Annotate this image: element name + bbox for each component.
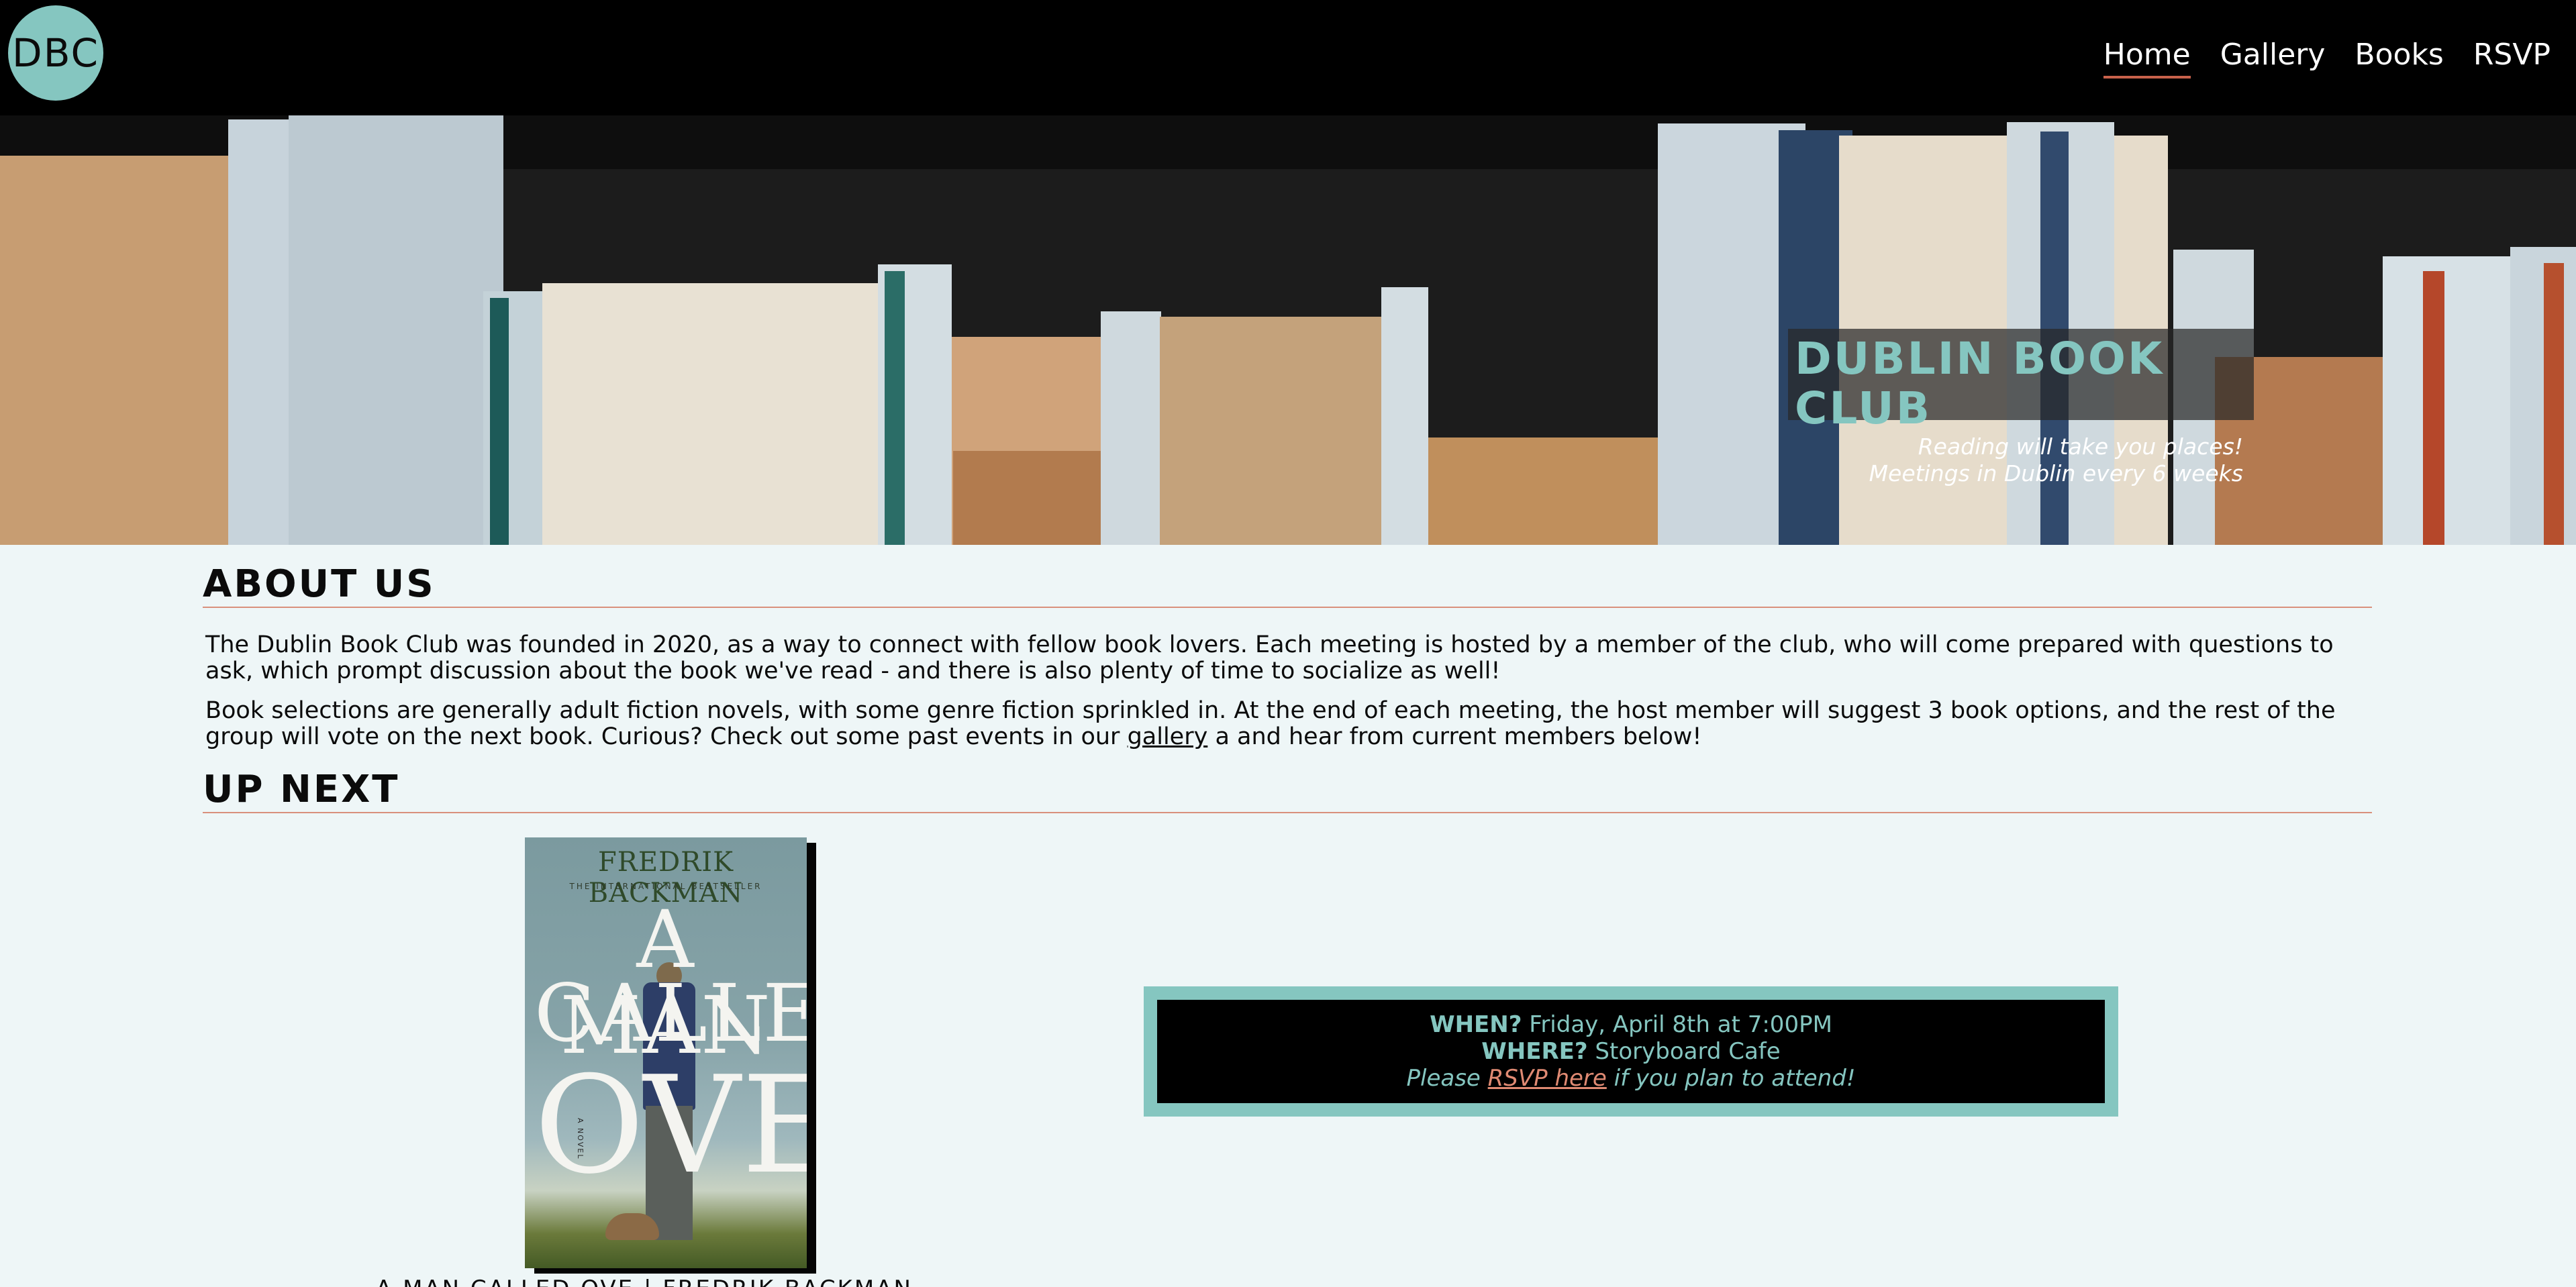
- event-rsvp-suffix: if you plan to attend!: [1606, 1065, 1856, 1092]
- about-paragraph-1: The Dublin Book Club was founded in 2020…: [205, 631, 2334, 684]
- gallery-link[interactable]: gallery: [1128, 723, 1208, 750]
- event-when: WHEN? Friday, April 8th at 7:00PM: [1430, 1011, 1832, 1038]
- cover-title-line-3: OVE: [534, 1047, 807, 1204]
- about-divider: [203, 607, 2372, 608]
- nav-rsvp-link[interactable]: RSVP: [2473, 38, 2550, 79]
- event-rsvp: Please RSVP here if you plan to attend!: [1407, 1065, 1856, 1092]
- cover-title-line-2: CALLED: [534, 967, 807, 1060]
- book-cover-image: FREDRIK BACKMAN THE INTERNATIONAL BESTSE…: [525, 837, 807, 1268]
- event-where: WHERE? Storyboard Cafe: [1481, 1038, 1780, 1065]
- about-paragraph-2: Book selections are generally adult fict…: [205, 698, 2373, 750]
- rsvp-here-link[interactable]: RSVP here: [1488, 1065, 1607, 1092]
- logo[interactable]: DBC: [8, 5, 103, 101]
- event-rsvp-prefix: Please: [1406, 1065, 1488, 1092]
- cover-tagline: THE INTERNATIONAL BESTSELLER: [569, 882, 762, 891]
- nav-home-link[interactable]: Home: [2103, 38, 2191, 79]
- hero-title: DUBLIN BOOK CLUB: [1795, 333, 2165, 434]
- event-when-value: Friday, April 8th at 7:00PM: [1522, 1011, 1832, 1038]
- hero-banner: DUBLIN BOOK CLUB Reading will take you p…: [0, 115, 2576, 545]
- upnext-divider: [203, 812, 2372, 813]
- nav-links: Home Gallery Books RSVP: [2074, 38, 2550, 79]
- nav-books-link[interactable]: Books: [2355, 38, 2443, 79]
- hero-schedule: Meetings in Dublin every 6 weeks: [1869, 460, 2243, 486]
- cover-novel-label: A NOVEL: [576, 1118, 585, 1160]
- event-where-label: WHERE?: [1481, 1038, 1588, 1065]
- hero-caption: DUBLIN BOOK CLUB Reading will take you p…: [1788, 329, 2254, 486]
- about-paragraph-2-tail: a and hear from current members below!: [1207, 723, 1702, 750]
- event-when-label: WHEN?: [1430, 1011, 1522, 1038]
- upnext-heading: UP NEXT: [203, 768, 400, 811]
- event-details-box: WHEN? Friday, April 8th at 7:00PM WHERE?…: [1144, 986, 2118, 1117]
- hero-tagline: Reading will take you places!: [1918, 433, 2243, 460]
- about-heading: ABOUT US: [203, 562, 436, 606]
- event-where-value: Storyboard Cafe: [1587, 1038, 1781, 1065]
- nav-gallery-link[interactable]: Gallery: [2220, 38, 2326, 79]
- top-navbar: DBC Home Gallery Books RSVP: [0, 0, 2576, 115]
- book-caption: A MAN CALLED OVE | FREDRIK BACKMAN: [376, 1279, 953, 1287]
